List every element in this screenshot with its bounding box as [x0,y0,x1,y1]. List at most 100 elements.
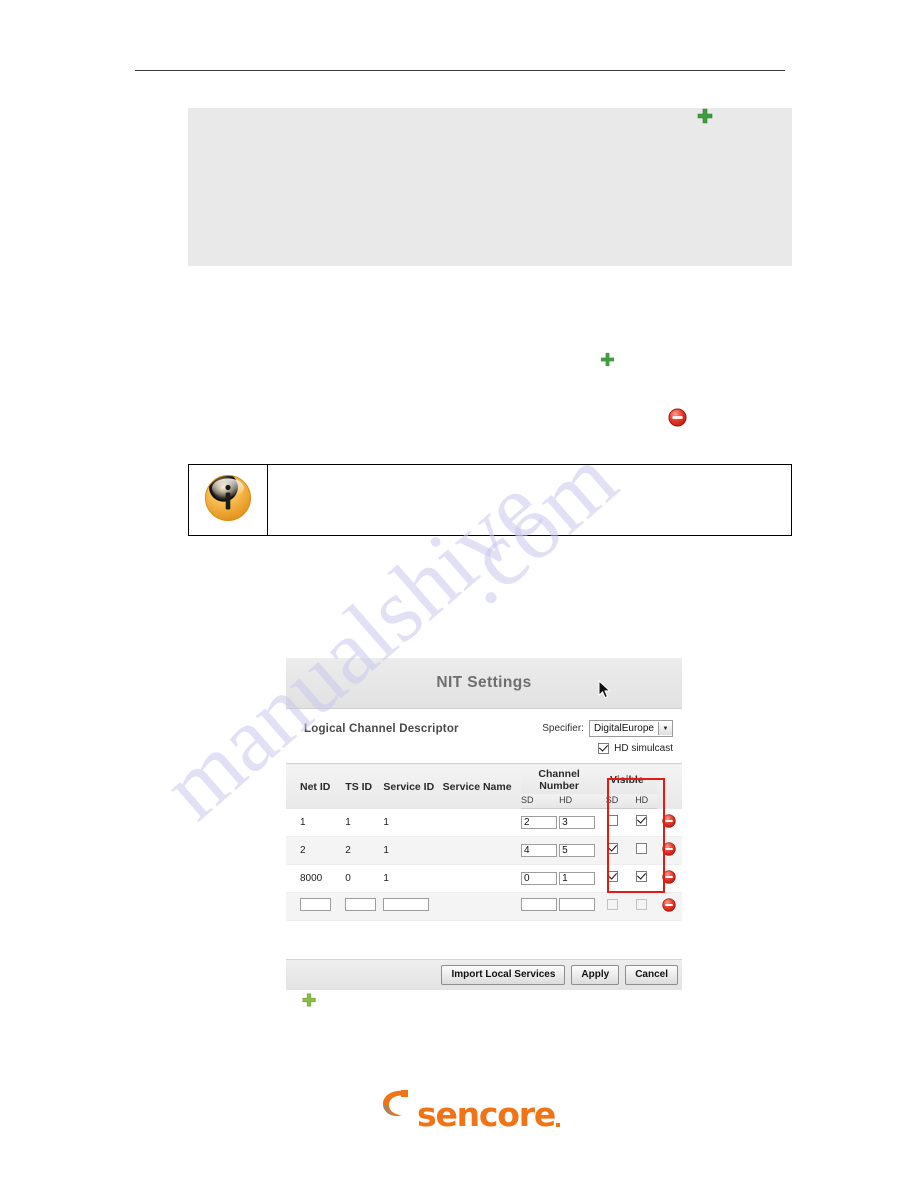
minus-circle-icon[interactable] [662,813,676,831]
channel-number-hd-input[interactable]: 3 [559,815,596,829]
net-id-input[interactable] [300,898,331,911]
minus-circle-icon[interactable] [668,408,687,427]
visible-hd-checkbox[interactable] [636,815,648,827]
channel-number-sd-input[interactable]: 0 [521,871,558,885]
visible-hd-cell [626,864,657,893]
sencore-wordmark: sencore [417,1095,556,1134]
net-id-cell: 1 [286,808,346,837]
lcd-header-row: Logical Channel Descriptor Specifier: Di… [286,709,682,756]
visible-sd-checkbox[interactable] [606,871,618,882]
plus-icon[interactable] [301,992,317,1008]
service-id-cell [383,892,443,921]
visible-hd-checkbox[interactable] [636,899,648,910]
delete-row-cell [656,808,682,837]
table-row: 11123 [286,808,682,837]
channel-number-hd-input[interactable]: 5 [559,843,596,857]
ts-id-input[interactable] [345,898,377,911]
figure-placeholder-block [188,108,792,266]
cancel-button[interactable]: Cancel [625,964,678,985]
nit-settings-panel: NIT Settings Logical Channel Descriptor … [286,658,682,990]
specifier-group: Specifier: DigitalEurope ▼ HD simulcast [542,720,673,754]
note-icon-cell [189,465,268,535]
mouse-cursor [598,679,612,702]
col-subheader-vis-hd: HD [626,794,657,809]
visible-hd-cell [626,892,657,921]
channel-number-hd-cell [559,892,598,921]
channel-number-hd-cell: 3 [559,808,598,837]
delete-row-cell [656,892,682,921]
service-id-cell: 1 [383,836,443,865]
col-header-service-id: Service ID [383,763,443,809]
channel-number-sd-cell [521,892,560,921]
col-subheader-vis-sd: SD [597,794,627,809]
visible-hd-checkbox[interactable] [636,871,648,882]
channel-number-sd-cell: 2 [521,808,560,837]
table-row: 8000 0 1 0 1 [286,864,682,893]
service-id-cell: 1 [383,808,443,837]
hd-simulcast-label: HD simulcast [614,743,673,754]
visible-sd-checkbox[interactable] [606,899,618,910]
sencore-logo: sencore [376,1085,561,1134]
net-id-cell: 8000 [286,864,346,893]
plus-icon[interactable] [599,351,616,368]
col-header-ts-id: TS ID [345,763,384,809]
service-name-cell [442,864,522,893]
table-row [286,892,682,921]
minus-circle-icon[interactable] [662,841,676,859]
import-local-services-button[interactable]: Import Local Services [441,964,566,985]
channel-number-hd-input[interactable] [559,898,596,911]
service-name-cell [442,892,522,921]
visible-sd-cell [597,864,627,893]
channel-number-hd-input[interactable]: 1 [559,871,596,885]
visible-hd-checkbox[interactable] [636,843,648,854]
table-row: 22145 [286,836,682,865]
hd-simulcast-checkbox[interactable] [598,743,610,754]
service-name-cell [442,836,522,865]
specifier-value: DigitalEurope [593,723,654,734]
lcd-table: Net ID TS ID Service ID Service Name Cha… [286,763,682,921]
col-header-service-name: Service Name [442,763,522,809]
minus-circle-icon[interactable] [662,869,676,887]
col-header-visible: Visible [597,763,657,794]
visible-sd-cell [597,808,627,837]
channel-number-sd-input[interactable]: 4 [521,843,558,857]
channel-number-sd-input[interactable]: 2 [521,815,558,829]
ts-id-cell: 0 [345,864,384,893]
channel-number-sd-cell: 4 [521,836,560,865]
logo-dot [556,1123,561,1127]
col-subheader-cn-sd: SD [521,794,560,809]
info-icon [203,473,253,528]
visible-hd-cell [626,808,657,837]
ts-id-cell [345,892,384,921]
channel-number-sd-cell: 0 [521,864,560,893]
service-name-cell [442,808,522,837]
sencore-mark-icon [376,1085,416,1130]
ts-id-cell: 1 [345,808,384,837]
panel-button-bar: Import Local Services Apply Cancel [286,958,682,990]
col-header-channel-number: Channel Number [521,763,598,794]
delete-row-cell [656,864,682,893]
channel-number-hd-cell: 1 [559,864,598,893]
visible-sd-cell [597,892,627,921]
service-id-input[interactable] [383,898,430,911]
visible-sd-checkbox[interactable] [606,843,618,854]
page-title: NIT Settings [436,674,532,691]
plus-icon[interactable] [696,107,714,125]
note-text [268,465,791,535]
col-subheader-cn-hd: HD [559,794,598,809]
chevron-down-icon: ▼ [658,722,672,735]
note-box [188,464,792,536]
channel-number-hd-cell: 5 [559,836,598,865]
panel-header: NIT Settings [286,658,682,709]
specifier-dropdown[interactable]: DigitalEurope ▼ [588,720,673,737]
apply-button[interactable]: Apply [571,964,620,985]
header-divider [135,70,785,71]
minus-circle-icon[interactable] [662,897,676,915]
channel-number-sd-input[interactable] [521,898,558,911]
col-header-net-id: Net ID [286,763,346,809]
table-body: 11123 22145 8000 0 1 0 1 [286,808,682,921]
specifier-label: Specifier: [542,723,584,734]
visible-sd-checkbox[interactable] [606,815,618,827]
net-id-cell: 2 [286,836,346,865]
table-header-group-row: Net ID TS ID Service ID Service Name Cha… [286,763,682,809]
